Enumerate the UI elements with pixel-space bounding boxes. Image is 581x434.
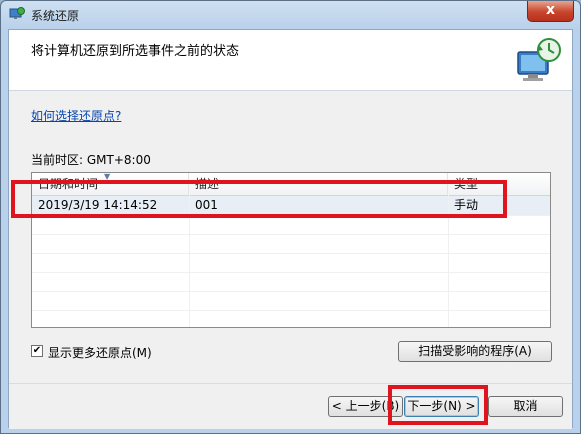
help-link[interactable]: 如何选择还原点? [31, 107, 121, 124]
column-label: 日期和时间 [38, 177, 99, 191]
grid-line [189, 195, 190, 327]
timezone-label: 当前时区: GMT+8:00 [31, 153, 151, 167]
cell-datetime: 2019/3/19 14:14:52 [38, 198, 158, 212]
scan-affected-programs-button[interactable]: 扫描受影响的程序(A) [398, 341, 552, 362]
back-button[interactable]: < 上一步(B) [328, 396, 403, 417]
column-header-type[interactable]: 类型 [448, 173, 550, 195]
grid-line [448, 195, 449, 327]
grid-line [32, 253, 550, 254]
system-restore-icon [9, 7, 25, 19]
page-title: 将计算机还原到所选事件之前的状态 [31, 44, 240, 59]
next-button[interactable]: 下一步(N) > [404, 396, 479, 417]
table-row[interactable]: 2019/3/19 14:14:52 001 手动 [32, 196, 550, 215]
grid-line [32, 215, 550, 216]
dialog-client: 将计算机还原到所选事件之前的状态 如何选择还原点? 当前时区: GMT+8:00… [8, 29, 573, 429]
grid-line [32, 291, 550, 292]
column-header-datetime[interactable]: 日期和时间 ▼ [32, 173, 189, 195]
window-title: 系统还原 [31, 9, 80, 23]
column-header-description[interactable]: 描述 [189, 173, 448, 195]
close-button[interactable]: x [527, 1, 574, 22]
table-header: 日期和时间 ▼ 描述 类型 [32, 173, 550, 196]
grid-line [32, 272, 550, 273]
grid-line [32, 310, 550, 311]
cell-description: 001 [195, 198, 218, 212]
content-area: 如何选择还原点? 当前时区: GMT+8:00 日期和时间 ▼ 描述 类型 20… [9, 91, 572, 383]
cancel-button[interactable]: 取消 [488, 396, 563, 417]
dialog-header: 将计算机还原到所选事件之前的状态 [9, 30, 572, 90]
dialog-footer: < 上一步(B) 下一步(N) > 取消 [9, 384, 572, 429]
sort-arrow-icon: ▼ [104, 172, 111, 181]
show-more-label[interactable]: 显示更多还原点(M) [48, 344, 152, 361]
grid-line [32, 234, 550, 235]
system-restore-icon [517, 38, 561, 81]
system-restore-window: 系统还原 x 将计算机还原到所选事件之前的状态 如何选择还原点? 当前时区: G… [0, 0, 581, 434]
title-bar[interactable]: 系统还原 x [1, 1, 580, 29]
checkmark-icon[interactable]: ✔ [31, 345, 43, 357]
restore-points-table[interactable]: 日期和时间 ▼ 描述 类型 2019/3/19 14:14:52 001 手动 [31, 172, 551, 328]
cell-type: 手动 [454, 198, 479, 212]
